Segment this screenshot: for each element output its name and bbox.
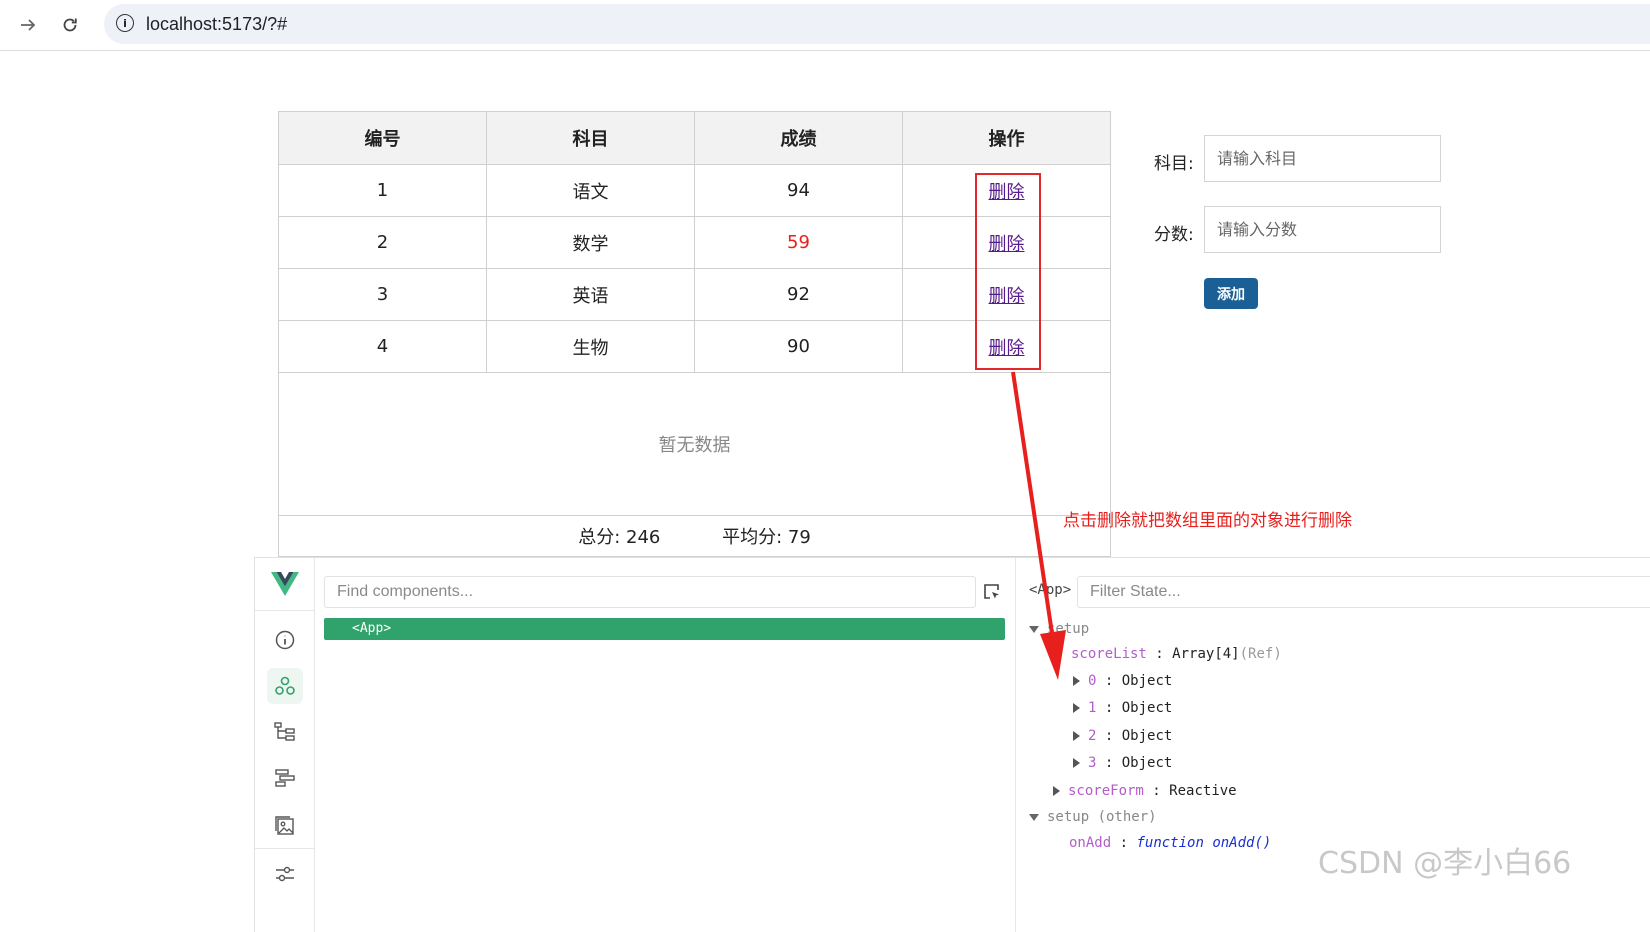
select-component-icon[interactable] bbox=[982, 582, 1002, 606]
header-subject: 科目 bbox=[486, 111, 695, 165]
header-score: 成绩 bbox=[694, 111, 903, 165]
reload-icon[interactable] bbox=[56, 11, 84, 39]
cell-id: 4 bbox=[278, 320, 487, 373]
tree-icon[interactable] bbox=[267, 714, 303, 750]
state-score-list[interactable]: scoreList : Array[4](Ref) bbox=[1053, 646, 1282, 662]
cell-id: 2 bbox=[278, 216, 487, 269]
average-score: 平均分: 79 bbox=[722, 527, 811, 548]
cell-score: 94 bbox=[694, 164, 903, 217]
state-breadcrumb: <App> bbox=[1029, 582, 1072, 598]
setup-other-group[interactable]: setup (other) bbox=[1029, 809, 1157, 825]
empty-text: 暂无数据 bbox=[278, 372, 1111, 516]
expand-down-icon bbox=[1029, 625, 1039, 633]
state-array-item[interactable]: 1 : Object bbox=[1073, 700, 1172, 716]
state-array-item[interactable]: 0 : Object bbox=[1073, 673, 1172, 689]
component-tree-item-app[interactable]: <App> bbox=[324, 618, 1005, 640]
site-info-icon[interactable]: i bbox=[116, 14, 134, 32]
timeline-icon[interactable] bbox=[267, 760, 303, 796]
annotation-text: 点击删除就把数组里面的对象进行删除 bbox=[1063, 511, 1352, 531]
expand-right-icon bbox=[1073, 731, 1080, 741]
total-score: 总分: 246 bbox=[578, 527, 661, 548]
subject-label: 科目: bbox=[1154, 154, 1194, 174]
cell-score: 90 bbox=[694, 320, 903, 373]
cell-score-failing: 59 bbox=[694, 216, 903, 269]
expand-right-icon bbox=[1073, 676, 1080, 686]
cell-subject: 英语 bbox=[486, 268, 695, 321]
vue-logo-icon bbox=[267, 566, 303, 602]
expand-right-icon bbox=[1053, 786, 1060, 796]
cell-id: 3 bbox=[278, 268, 487, 321]
state-filter-input[interactable] bbox=[1077, 576, 1650, 608]
cell-id: 1 bbox=[278, 164, 487, 217]
cell-score: 92 bbox=[694, 268, 903, 321]
expand-down-icon bbox=[1029, 813, 1039, 821]
component-search-input[interactable] bbox=[324, 576, 976, 608]
expand-right-icon bbox=[1073, 758, 1080, 768]
cell-subject: 数学 bbox=[486, 216, 695, 269]
expand-down-icon bbox=[1053, 650, 1063, 658]
empty-row: 暂无数据 bbox=[278, 372, 1111, 516]
components-icon[interactable] bbox=[267, 668, 303, 704]
state-array-item[interactable]: 3 : Object bbox=[1073, 755, 1172, 771]
url-text[interactable]: localhost:5173/?# bbox=[146, 14, 287, 35]
info-icon[interactable] bbox=[267, 622, 303, 658]
forward-icon[interactable] bbox=[14, 11, 42, 39]
state-on-add[interactable]: onAdd : function onAdd() bbox=[1069, 835, 1271, 851]
address-bar[interactable]: i localhost:5173/?# bbox=[104, 4, 1650, 44]
header-id: 编号 bbox=[278, 111, 487, 165]
cell-subject: 语文 bbox=[486, 164, 695, 217]
setup-group[interactable]: setup bbox=[1029, 621, 1089, 637]
score-input[interactable] bbox=[1204, 206, 1441, 253]
add-button[interactable]: 添加 bbox=[1204, 278, 1258, 309]
delete-column-highlight bbox=[975, 173, 1041, 370]
score-label: 分数: bbox=[1154, 225, 1194, 245]
assets-icon[interactable] bbox=[267, 808, 303, 844]
table-header-row: 编号 科目 成绩 操作 bbox=[278, 111, 1111, 165]
header-action: 操作 bbox=[902, 111, 1111, 165]
state-array-item[interactable]: 2 : Object bbox=[1073, 728, 1172, 744]
summary-cell: 总分: 246 平均分: 79 bbox=[278, 515, 1111, 557]
watermark: CSDN @李小白66 bbox=[1318, 846, 1572, 881]
browser-toolbar: i localhost:5173/?# bbox=[0, 0, 1650, 51]
state-score-form[interactable]: scoreForm : Reactive bbox=[1053, 783, 1237, 799]
summary-row: 总分: 246 平均分: 79 bbox=[278, 515, 1111, 557]
devtools-sidebar bbox=[255, 558, 315, 932]
settings-sliders-icon[interactable] bbox=[267, 856, 303, 892]
subject-input[interactable] bbox=[1204, 135, 1441, 182]
cell-subject: 生物 bbox=[486, 320, 695, 373]
expand-right-icon bbox=[1073, 703, 1080, 713]
